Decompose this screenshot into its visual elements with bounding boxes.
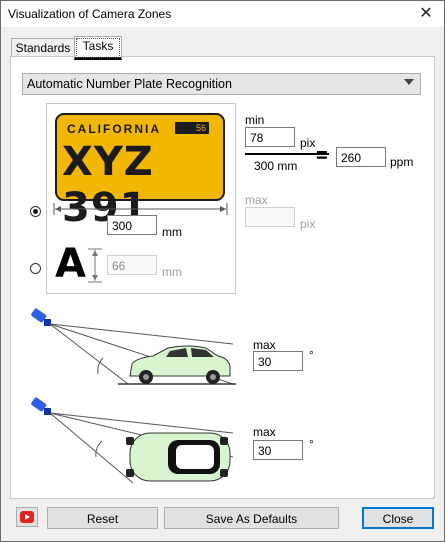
task-select-value: Automatic Number Plate Recognition (27, 77, 232, 91)
close-button[interactable]: Close (362, 507, 434, 529)
char-height-radio[interactable] (30, 263, 41, 274)
char-height-input[interactable]: 66 (107, 255, 157, 275)
max-pix-unit: pix (300, 217, 316, 231)
min-pix-input[interactable]: 78 (245, 127, 295, 147)
vertical-angle-illustration (31, 308, 236, 385)
car-side-icon (129, 345, 231, 384)
horizontal-angle-illustration (31, 397, 234, 484)
title-bar: Visualization of Camera Zones ✕ (1, 1, 444, 27)
tab-tasks[interactable]: Tasks (74, 36, 122, 60)
char-height-unit: mm (162, 265, 182, 279)
min-label: min (245, 113, 265, 127)
radio-selected-dot (33, 209, 38, 214)
max-pix-input[interactable] (245, 207, 295, 227)
youtube-button[interactable] (16, 507, 38, 527)
plate-width-radio[interactable] (30, 206, 41, 217)
ppm-input[interactable]: 260 (336, 147, 386, 167)
camera-icon (31, 308, 51, 326)
plate-width-input[interactable]: 300 (107, 215, 157, 235)
plate-width-dimension (53, 203, 228, 215)
window-title: Visualization of Camera Zones (8, 7, 172, 21)
horizontal-angle-input[interactable]: 30 (253, 440, 303, 460)
min-pix-unit: pix (300, 136, 316, 150)
fraction-denominator: 300 mm (254, 159, 298, 173)
vertical-angle-label: max (253, 338, 276, 352)
max-pix-label: max (245, 193, 268, 207)
car-top-icon (126, 432, 231, 482)
plate-width-unit: mm (162, 225, 182, 239)
char-height-dimension (88, 248, 102, 283)
ppm-unit: ppm (390, 155, 414, 169)
task-select[interactable]: Automatic Number Plate Recognition (22, 73, 421, 95)
close-window-icon[interactable]: ✕ (415, 3, 437, 25)
horizontal-angle-label: max (253, 425, 276, 439)
vertical-angle-input[interactable]: 30 (253, 351, 303, 371)
vertical-angle-unit: ° (309, 348, 314, 362)
save-defaults-button[interactable]: Save As Defaults (164, 507, 339, 529)
horizontal-angle-unit: ° (309, 437, 314, 451)
play-icon (25, 514, 30, 520)
plate-state: CALIFORNIA (67, 122, 161, 136)
camera-top-icon (31, 397, 51, 415)
character-a-image: A (55, 241, 86, 287)
tab-standards-label: Standards (15, 41, 71, 55)
equals-sign: = (316, 145, 328, 167)
license-plate-image: CALIFORNIA 56 XYZ 391 (55, 113, 225, 231)
reset-button[interactable]: Reset (47, 507, 158, 529)
chevron-down-icon (404, 79, 414, 85)
plate-sticker: 56 (175, 122, 209, 134)
tab-tasks-label: Tasks (82, 39, 114, 53)
tab-standards[interactable]: Standards (11, 38, 75, 57)
